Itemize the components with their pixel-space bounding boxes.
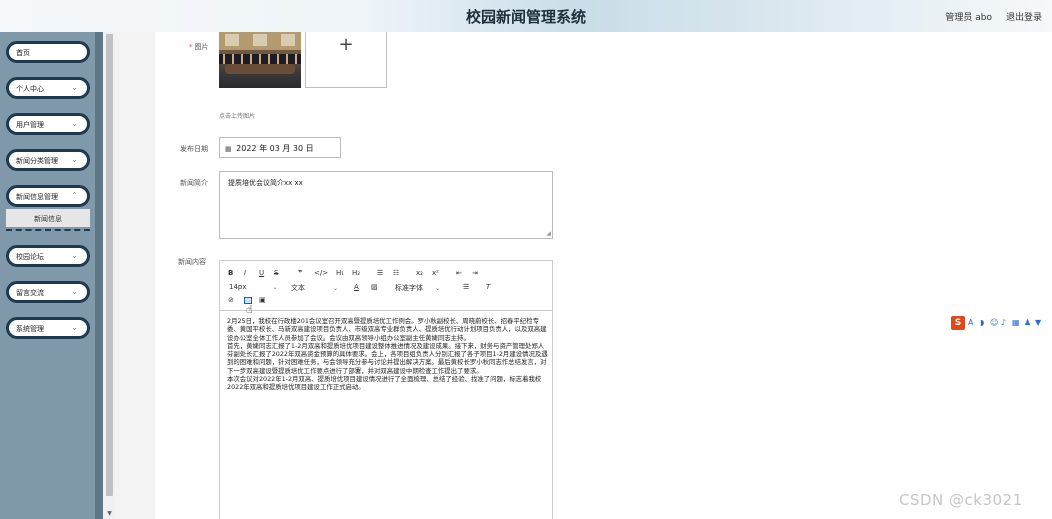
indent-button[interactable]: ⇥ xyxy=(472,269,478,277)
summary-label: 新闻简介 xyxy=(180,179,208,187)
chevron-down-icon: ⌄ xyxy=(435,285,441,292)
scroll-down-icon[interactable]: ▼ xyxy=(105,510,114,518)
subscript-button[interactable]: x₂ xyxy=(416,269,423,277)
watermark: CSDN @ck3021 xyxy=(899,491,1023,509)
chevron-down-icon: ⌄ xyxy=(71,119,78,128)
sidebar-item-forum[interactable]: 校园论坛 ⌄ xyxy=(6,245,90,267)
date-value: 2022 年 03 月 30 日 xyxy=(236,144,314,153)
chevron-down-icon: ⌄ xyxy=(71,287,78,296)
sidebar-item-label: 个人中心 xyxy=(16,85,44,93)
shirt-icon[interactable]: ▼ xyxy=(1035,318,1041,327)
underline-button[interactable]: U xyxy=(259,269,264,277)
chevron-down-icon: ⌄ xyxy=(71,323,78,332)
code-block-button[interactable]: </> xyxy=(314,269,328,277)
resize-grip-icon[interactable]: ◢ xyxy=(546,230,551,237)
publish-date-input[interactable]: ▦ 2022 年 03 月 30 日 xyxy=(219,137,341,158)
clear-format-icon[interactable]: T xyxy=(486,283,490,291)
sidebar: ▼ 首页 个人中心 ⌄ 用户管理 ⌄ 新闻分类管理 ⌄ 新闻信息管理 ⌃ 新闻信… xyxy=(0,32,115,519)
link-icon[interactable]: ⊘ xyxy=(228,296,234,304)
sidebar-item-label: 留言交流 xyxy=(16,289,44,297)
image-label: * 图片 xyxy=(189,43,209,51)
rich-text-editor[interactable]: B I U S ❞ </> H₁ H₂ ☰ ☷ x₂ x² ⇤ ⇥ 14px ⌄ … xyxy=(219,260,553,519)
sidebar-item-label: 系统管理 xyxy=(16,325,44,333)
date-label: 发布日期 xyxy=(180,145,208,153)
text-color-button[interactable]: A xyxy=(354,283,359,291)
app-title: 校园新闻管理系统 xyxy=(465,8,586,26)
upload-hint: 点击上传图片 xyxy=(219,113,256,120)
sidebar-item-system[interactable]: 系统管理 ⌄ xyxy=(6,317,90,339)
font-family-select[interactable]: 标准字体 ⌄ xyxy=(395,283,440,293)
ime-toolbar[interactable]: S A ◗ ☺ ♪ ▦ ♟ ▼ xyxy=(951,316,1052,330)
chevron-down-icon: ⌄ xyxy=(272,284,278,291)
sidebar-scroll-thumb[interactable] xyxy=(106,34,113,496)
editor-paragraph: 首先，黄婕同志汇报了1-2月双高和提质培优项目建设整体推进情况及建设成果。接下来… xyxy=(227,341,548,375)
strike-button[interactable]: S xyxy=(274,269,278,277)
editor-paragraph: 本次会议对2022年1-2月双高、提质培优项目建设情况进行了全面梳理、总结了经验… xyxy=(227,375,542,392)
h2-button[interactable]: H₂ xyxy=(352,269,360,277)
sidebar-item-home[interactable]: 首页 xyxy=(6,41,90,63)
background-color-icon[interactable]: ▨ xyxy=(371,283,378,291)
summary-value: 提质培优会议简介xx xx xyxy=(228,179,303,187)
bullet-list-button[interactable]: ☷ xyxy=(393,269,399,277)
italic-button[interactable]: I xyxy=(244,269,246,277)
outdent-button[interactable]: ⇤ xyxy=(456,269,462,277)
summary-textarea[interactable]: 提质培优会议简介xx xx ◢ xyxy=(219,171,553,239)
editor-paragraph: 2月25日，我校在行政楼201会议室召开双高暨提质培优工作例会。罗小秋副校长、周… xyxy=(227,317,547,342)
sidebar-item-label: 首页 xyxy=(16,49,30,57)
required-mark: * xyxy=(189,43,193,51)
submenu-news-info[interactable]: 新闻信息 xyxy=(6,209,90,227)
submenu-label: 新闻信息 xyxy=(34,215,62,223)
font-icon[interactable]: A xyxy=(968,318,973,327)
font-size-select[interactable]: 14px ⌄ xyxy=(229,283,278,291)
chevron-down-icon: ⌄ xyxy=(333,285,339,292)
chevron-down-icon: ⌄ xyxy=(71,251,78,260)
sidebar-item-label: 新闻信息管理 xyxy=(16,193,58,201)
sidebar-item-label: 用户管理 xyxy=(16,121,44,129)
chevron-down-icon: ⌄ xyxy=(71,155,78,164)
align-icon[interactable]: ☰ xyxy=(463,283,469,291)
superscript-button[interactable]: x² xyxy=(432,269,439,277)
video-insert-icon[interactable]: ▣ xyxy=(259,296,266,304)
keyboard-icon[interactable]: ▦ xyxy=(1012,318,1020,327)
sidebar-item-news-info[interactable]: 新闻信息管理 ⌃ xyxy=(6,185,90,207)
ime-logo-icon: S xyxy=(951,316,965,330)
editor-toolbar: B I U S ❞ </> H₁ H₂ ☰ ☷ x₂ x² ⇤ ⇥ 14px ⌄ … xyxy=(220,261,552,311)
h1-button[interactable]: H₁ xyxy=(336,269,344,277)
chevron-down-icon: ⌄ xyxy=(71,83,78,92)
blockquote-button[interactable]: ❞ xyxy=(298,269,302,277)
sidebar-item-label: 校园论坛 xyxy=(16,253,44,261)
sidebar-item-label: 新闻分类管理 xyxy=(16,157,58,165)
editor-content[interactable]: 2月25日，我校在行政楼201会议室召开双高暨提质培优工作例会。罗小秋副校长、周… xyxy=(227,317,549,392)
logout-link[interactable]: 退出登录 xyxy=(1006,10,1042,23)
uploaded-photo[interactable] xyxy=(219,32,301,88)
content-label: 新闻内容 xyxy=(178,258,206,266)
bold-button[interactable]: B xyxy=(228,269,233,277)
mic-icon[interactable]: ♪ xyxy=(1001,318,1006,327)
calendar-icon: ▦ xyxy=(225,145,232,153)
upload-button[interactable]: + xyxy=(305,32,387,88)
emoji-icon[interactable]: ☺ xyxy=(990,318,998,327)
ordered-list-button[interactable]: ☰ xyxy=(377,269,383,277)
user-icon[interactable]: ♟ xyxy=(1024,318,1031,327)
moon-icon[interactable]: ◗ xyxy=(980,318,984,327)
heading-select[interactable]: 文本 ⌄ xyxy=(291,283,338,293)
user-info: 管理员 abo xyxy=(945,13,992,23)
app-header: 校园新闻管理系统 管理员 abo 退出登录 xyxy=(0,0,1052,32)
sidebar-item-news-category[interactable]: 新闻分类管理 ⌄ xyxy=(6,149,90,171)
submenu-divider xyxy=(6,229,90,231)
hand-cursor-icon: ☝ xyxy=(246,303,253,316)
sidebar-item-messages[interactable]: 留言交流 ⌄ xyxy=(6,281,90,303)
sidebar-item-profile[interactable]: 个人中心 ⌄ xyxy=(6,77,90,99)
sidebar-item-users[interactable]: 用户管理 ⌄ xyxy=(6,113,90,135)
chevron-up-icon: ⌃ xyxy=(71,191,78,200)
